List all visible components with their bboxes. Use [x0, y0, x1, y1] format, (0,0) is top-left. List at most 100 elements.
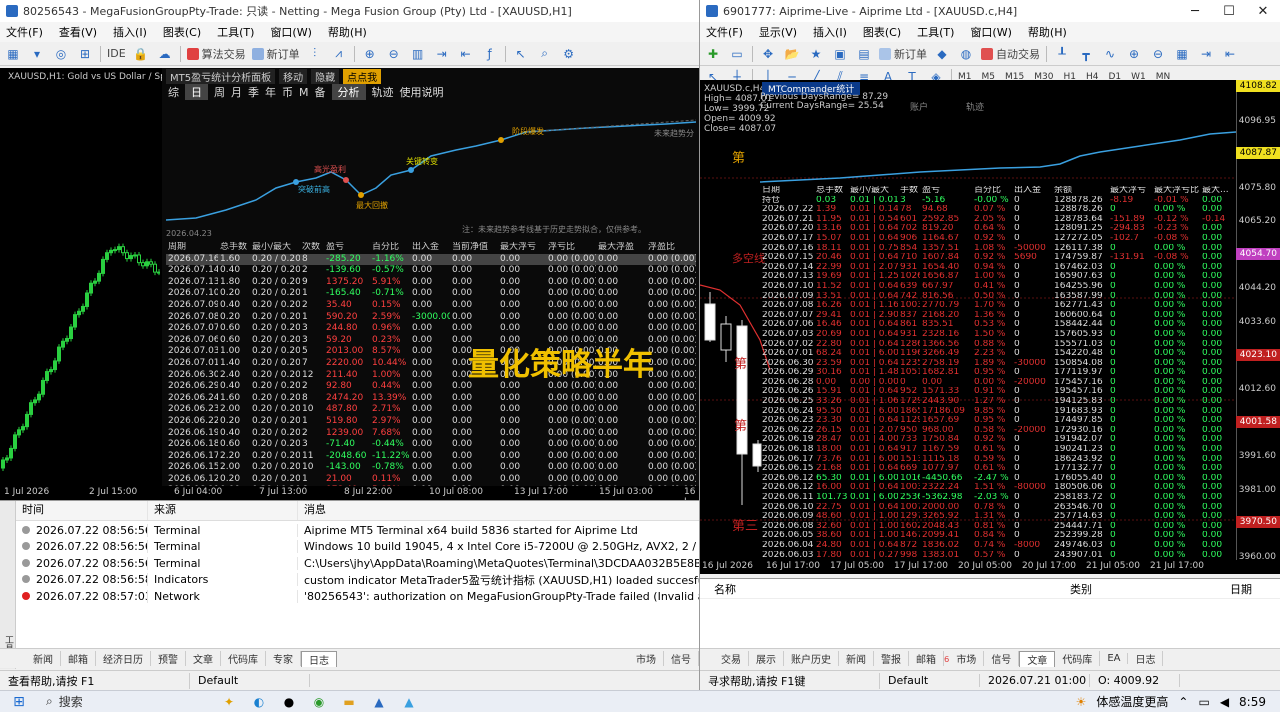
- maximize-icon[interactable]: ☐: [1212, 4, 1246, 19]
- bar-chart-icon[interactable]: ┸: [1053, 45, 1071, 63]
- tab2-4[interactable]: 警报: [874, 651, 909, 666]
- move-button[interactable]: 移动: [279, 68, 308, 84]
- navigator-icon[interactable]: ▣: [831, 45, 849, 63]
- table-row[interactable]: 2026.06.1265.30 0.01 | 6.001016-4450.66 -2…: [760, 474, 1236, 484]
- explorer-icon[interactable]: ▬: [336, 693, 362, 711]
- mt-col-0[interactable]: 日期: [760, 186, 814, 196]
- table-row[interactable]: 2026.06.3023.59 0.01 | 0.6412352758.19 1.8…: [760, 359, 1236, 369]
- table-row[interactable]: 2026.06.22 0.20 0.20 / 0.20 1 519.80 2.97% 0.0…: [166, 416, 696, 428]
- period-year[interactable]: 年: [265, 84, 276, 100]
- period-magic[interactable]: M: [299, 86, 309, 99]
- table-row[interactable]: 2026.06.15 2.00 0.20 / 0.20 10 -143.00 -0.78%…: [166, 462, 696, 474]
- title-bar-2[interactable]: 6901777: Aiprime-Live - Aiprime Ltd - [X…: [700, 0, 1280, 22]
- shift-icon[interactable]: ⇤: [457, 45, 475, 63]
- table-row[interactable]: 2026.06.28 0.00 0.00 | 0.00 0 0.00 0.00 % -200…: [760, 378, 1236, 388]
- table-row[interactable]: 2026.06.19 0.40 0.20 / 0.20 2 1239.00 7.68% 0.…: [166, 428, 696, 440]
- period-quarter[interactable]: 季: [248, 84, 259, 100]
- nav-col-date[interactable]: 日期: [1230, 581, 1280, 597]
- table-row[interactable]: 2026.06.1216.00 0.01 | 0.6410032322.24 1.5…: [760, 483, 1236, 493]
- mt-col-5[interactable]: 百分比: [972, 186, 1012, 196]
- menu2-view[interactable]: 显示(V): [759, 24, 797, 40]
- col-time[interactable]: 时间: [16, 501, 148, 520]
- volume-icon[interactable]: ◀: [1220, 695, 1229, 709]
- menu2-help[interactable]: 帮助(H): [1028, 24, 1067, 40]
- copilot-icon[interactable]: ✦: [216, 693, 242, 711]
- autotrade-button[interactable]: 自动交易: [981, 46, 1040, 62]
- title-bar[interactable]: 80256543 - MegaFusionGroupPty-Trade: 只读 …: [0, 0, 699, 22]
- stats-col-4[interactable]: 盈亏: [324, 242, 370, 254]
- table-row[interactable]: 2026.07.07 29.41 0.01 | 2.90 837 2168.20 1.36…: [760, 311, 1236, 321]
- log-row[interactable]: 2026.07.22 08:56:58...Indicatorscustom i…: [16, 572, 699, 589]
- table-row[interactable]: 2026.07.16 1.60 0.20 / 0.20 8 -285.20 -1.16% 0…: [166, 253, 696, 266]
- edge-icon[interactable]: ◐: [246, 693, 272, 711]
- mt-col-1[interactable]: 总手数: [814, 186, 848, 196]
- search-box[interactable]: ⌕ 搜索: [36, 693, 216, 710]
- tab2-5[interactable]: 邮箱: [909, 651, 944, 666]
- indicators-icon[interactable]: ƒ: [481, 45, 499, 63]
- start-icon[interactable]: ⊞: [6, 693, 32, 711]
- table-row[interactable]: 2026.06.0832.60 0.01 | 1.0016022048.43 0.8…: [760, 522, 1236, 532]
- tab-4[interactable]: 文章: [186, 651, 221, 666]
- grid-icon[interactable]: ▥: [409, 45, 427, 63]
- scroll-icon[interactable]: ⇥: [1197, 45, 1215, 63]
- mt-col-9[interactable]: 最大浮亏比: [1152, 186, 1200, 196]
- tab2-1[interactable]: 展示: [749, 651, 784, 666]
- table-row[interactable]: 2026.07.10 11.52 0.01 | 0.64 639 667.97 0.41 …: [760, 282, 1236, 292]
- table-row[interactable]: 2026.06.18 0.60 0.20 / 0.20 3 -71.40 -0.44% 0.…: [166, 439, 696, 451]
- depth-icon[interactable]: ⫶: [306, 45, 324, 63]
- table-row[interactable]: 2026.07.0816.26 0.01 | 1.1610032770.79 1.7…: [760, 301, 1236, 311]
- profiles-icon[interactable]: ◎: [52, 45, 70, 63]
- new-order-button-2[interactable]: 新订单: [879, 46, 927, 62]
- table-row[interactable]: 2026.06.2930.16 0.01 | 1.4810511682.81 0.9…: [760, 368, 1236, 378]
- toolbox-side-label[interactable]: 工具箱: [0, 501, 16, 669]
- table-row[interactable]: 2026.06.18 18.00 0.01 | 0.64 917 1167.59 0.61…: [760, 445, 1236, 455]
- menu-help[interactable]: 帮助(H): [328, 24, 367, 40]
- col-message[interactable]: 消息: [298, 501, 699, 520]
- table-row[interactable]: 2026.06.1773.76 0.01 | 6.0015131115.18 0.5…: [760, 455, 1236, 465]
- table-row[interactable]: 2026.06.19 28.47 0.01 | 4.00 733 1750.84 0.92…: [760, 435, 1236, 445]
- profiles-icon-2[interactable]: ▭: [728, 45, 746, 63]
- line-chart-icon[interactable]: ∿: [1101, 45, 1119, 63]
- table-row[interactable]: 2026.07.14 0.40 0.20 / 0.20 2 -139.60 -0.57% 0…: [166, 265, 696, 277]
- cloud-icon[interactable]: ☁: [156, 45, 174, 63]
- stats-col-0[interactable]: 周期: [166, 242, 218, 254]
- manual-button[interactable]: 使用说明: [400, 84, 444, 100]
- new-order-button[interactable]: 新订单: [251, 46, 300, 62]
- ide-button[interactable]: IDE: [107, 47, 126, 60]
- mt-col-6[interactable]: 出入金: [1012, 186, 1052, 196]
- table-row[interactable]: 2026.06.04 24.80 0.01 | 0.64 872 1836.02 0.74…: [760, 541, 1236, 551]
- tab-2[interactable]: 经济日历: [96, 651, 151, 666]
- tab2-9[interactable]: 代码库: [1055, 651, 1101, 666]
- table-row[interactable]: 2026.06.23 2.00 0.20 / 0.20 10 487.80 2.71% 0.…: [166, 404, 696, 416]
- table-row[interactable]: 2026.07.0168.24 0.01 | 6.0011963266.49 2.2…: [760, 349, 1236, 359]
- price-scale[interactable]: 4108.82 4096.95 4087.87 4075.80 4065.20 4054.…: [1236, 80, 1280, 562]
- mt-col-10[interactable]: 最大...: [1200, 186, 1236, 196]
- new-chart-icon-2[interactable]: ✚: [704, 45, 722, 63]
- click-me-button[interactable]: 点点我: [343, 68, 382, 84]
- lock-icon[interactable]: 🔒: [132, 45, 150, 63]
- log-row[interactable]: 2026.07.22 08:56:56...TerminalWindows 10…: [16, 539, 699, 556]
- period-note[interactable]: 备: [315, 84, 326, 100]
- menu2-file[interactable]: 文件(F): [706, 24, 743, 40]
- tab2-8[interactable]: 文章: [1019, 650, 1056, 667]
- stats-col-7[interactable]: 当前净值: [450, 242, 498, 254]
- autoscroll-icon[interactable]: ⇥: [433, 45, 451, 63]
- tile-icon[interactable]: ▦: [1173, 45, 1191, 63]
- log-row[interactable]: 2026.07.22 08:56:56...TerminalC:\Users\j…: [16, 555, 699, 572]
- clock[interactable]: 8:59: [1239, 695, 1266, 709]
- terminal-icon[interactable]: ▤: [855, 45, 873, 63]
- table-row[interactable]: 2026.06.11101.730.01 | 6.002536-5362.98 -…: [760, 493, 1236, 503]
- period-day[interactable]: 日: [185, 84, 208, 100]
- menu-tools[interactable]: 工具(T): [217, 24, 254, 40]
- price-chart[interactable]: XAUUSD,H1: Gold vs US Dollar / Sp MT5盈亏统…: [0, 68, 699, 500]
- tab-0[interactable]: 新闻: [26, 651, 61, 666]
- menu2-tools[interactable]: 工具(T): [917, 24, 954, 40]
- table-row[interactable]: 2026.07.13 1.80 0.20 / 0.20 9 1375.20 5.91% 0.…: [166, 277, 696, 289]
- tab-right-1[interactable]: 信号: [664, 651, 699, 666]
- stats-col-5[interactable]: 百分比: [370, 242, 410, 254]
- col-source[interactable]: 来源: [148, 501, 298, 520]
- tab2-7[interactable]: 信号: [984, 651, 1020, 666]
- mt-col-7[interactable]: 余额: [1052, 186, 1108, 196]
- table-row[interactable]: 2026.07.09 0.40 0.20 / 0.20 2 35.40 0.15% 0.00…: [166, 300, 696, 312]
- log-row[interactable]: 2026.07.22 08:56:56...TerminalAiprime MT…: [16, 522, 699, 539]
